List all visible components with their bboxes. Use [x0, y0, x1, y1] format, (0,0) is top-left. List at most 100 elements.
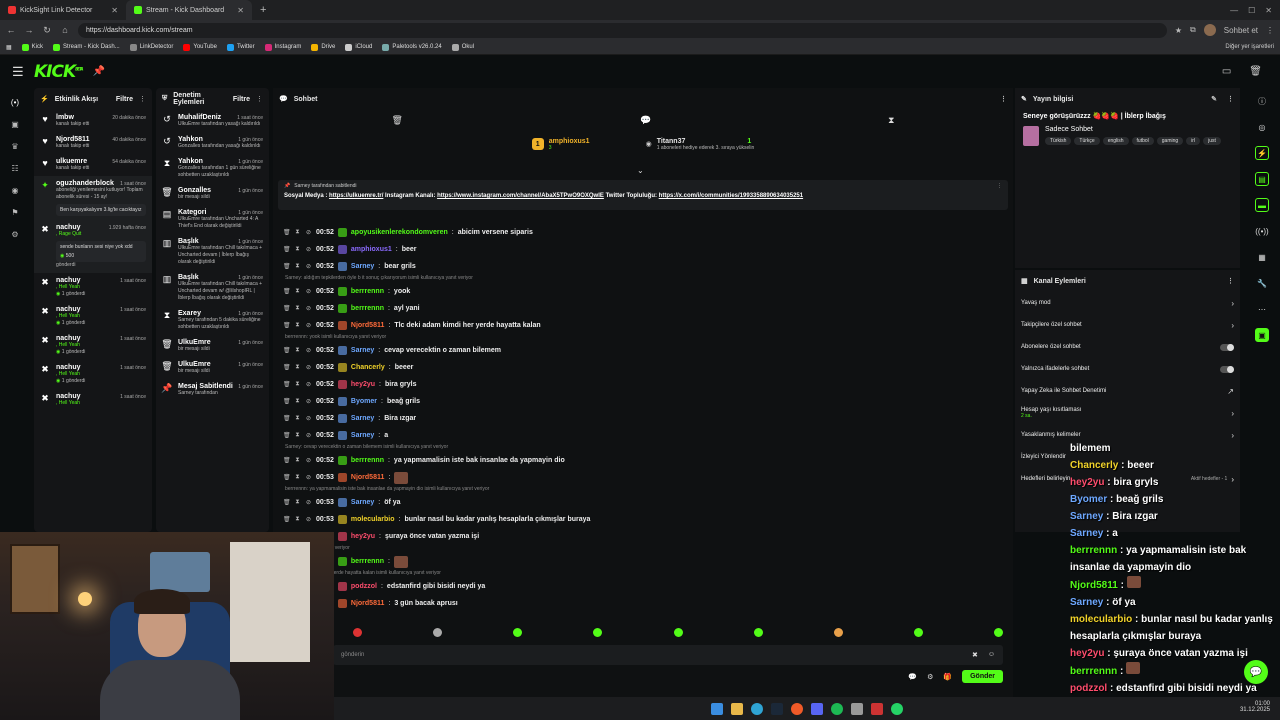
activity-item[interactable]: ✖ nachuy 1 saat önce , Hell Yeah ◉ 1 gönder… — [34, 360, 152, 389]
chat-message[interactable]: 🗑 ⧗ ⊘ 00:52 amphioxus1: beer — [283, 241, 1003, 258]
mod-action-item[interactable]: ⧗ Exarey 1 gün önce Sarney tarafından 5 dak… — [156, 306, 269, 335]
delete-message-icon[interactable]: 🗑 — [283, 457, 291, 464]
mod-action-target[interactable]: Yahkon — [178, 136, 203, 143]
chat-message[interactable]: 🗑 ⧗ ⊘ 00:52 berrrennn: ya yapmamalisin iste b… — [283, 452, 1003, 469]
ban-user-icon[interactable]: ⊘ — [305, 229, 312, 236]
mod-action-item[interactable]: ▥ Başlık 1 gün önce UlkuEmre tarafından Chi… — [156, 234, 269, 270]
message-user[interactable]: Sarney — [351, 415, 374, 422]
send-button[interactable]: Gönder — [962, 670, 1003, 683]
delete-message-icon[interactable]: 🗑 — [283, 288, 291, 295]
back-arrow-icon[interactable]: ← — [6, 25, 16, 35]
activity-item[interactable]: ♥ ulkuemre 54 dakika önce kanalı takip ett… — [34, 154, 152, 176]
ban-user-icon[interactable]: ⊘ — [305, 499, 312, 506]
timeout-user-icon[interactable]: ⧗ — [294, 432, 301, 439]
chat-bubble-fab-icon[interactable]: 💬 — [1244, 660, 1268, 684]
ban-user-icon[interactable]: ⊘ — [305, 347, 312, 354]
bookmark-item[interactable]: Drive — [311, 43, 335, 51]
more-dots-icon[interactable]: ⋮ — [1227, 95, 1234, 103]
more-dots-icon[interactable]: ⋮ — [256, 95, 263, 103]
browser-tab-kick-dashboard[interactable]: Stream - Kick Dashboard ✕ — [126, 0, 252, 20]
trash-icon[interactable]: 🗑 — [1249, 66, 1262, 77]
timeout-user-icon[interactable]: ⧗ — [294, 499, 301, 506]
bookmark-item[interactable]: Kick — [21, 43, 43, 51]
pinned-link[interactable]: https://ulkuemre.tr/ — [329, 193, 383, 199]
community-icon[interactable]: ⚑ — [8, 206, 22, 218]
home-icon[interactable]: ⌂ — [60, 25, 70, 35]
chat-message[interactable]: 🗑 ⧗ ⊘ 00:52 apoyusikenlerekondomveren: abicim… — [283, 224, 1003, 241]
emote-icon[interactable] — [994, 628, 1003, 637]
emote-icon[interactable] — [353, 628, 362, 637]
chat-message[interactable]: 🗑 ⧗ ⊘ 00:52 Sarney: a — [283, 427, 1003, 444]
chat-message[interactable]: 🗑 ⧗ ⊘ 00:53 Sarney: öf ya — [283, 494, 1003, 511]
windows-start-icon[interactable] — [711, 702, 723, 715]
ban-user-icon[interactable]: ⊘ — [305, 415, 312, 422]
broadcast-icon[interactable]: ((•)) — [1255, 224, 1269, 238]
timeout-user-icon[interactable]: ⧗ — [294, 415, 301, 422]
activity-item[interactable]: ✖ nachuy 1 saat önce , Hell Yeah ◉ 1 gönder… — [34, 302, 152, 331]
ban-user-icon[interactable]: ⊘ — [305, 305, 312, 312]
bookmark-item[interactable]: Instagram — [264, 43, 301, 51]
new-tab-plus-icon[interactable]: + — [252, 4, 274, 16]
pinned-link[interactable]: https://x.com/i/communities/199335889063… — [659, 193, 803, 199]
clock[interactable]: 01:00 31.12.2025 — [1240, 701, 1270, 713]
timeout-user-icon[interactable]: ⧗ — [294, 305, 301, 312]
tag[interactable]: irl — [1186, 137, 1201, 145]
timeout-user-icon[interactable]: ⧗ — [294, 457, 301, 464]
emoji-icon[interactable]: ☺ — [988, 651, 995, 659]
activity-item[interactable]: ✖ nachuy 1 saat önce , Hell Yeah ◉ 1 gönder… — [34, 273, 152, 302]
leaderboard-entry[interactable]: ◉ Titann37 11 aboneleri hediye ederek 3.… — [646, 138, 755, 151]
chat-message[interactable]: 🗑 ⧗ ⊘ 00:53 molecularbio: bunlar nasıl bu kad… — [283, 511, 1003, 528]
bolt-icon[interactable]: ⚡ — [1255, 146, 1269, 160]
settings-icon[interactable] — [851, 702, 863, 715]
delete-message-icon[interactable]: 🗑 — [283, 322, 291, 329]
mod-action-target[interactable]: Mesaj Sabitlendi — [178, 383, 233, 390]
ai-moderation-row[interactable]: Yapay Zeka ile Sohbet Denetimi ↗ — [1015, 380, 1240, 402]
ban-user-icon[interactable]: ⊘ — [305, 263, 312, 270]
mod-action-item[interactable]: 🗑 UlkuEmre 1 gün önce bir mesajı sildi — [156, 357, 269, 379]
message-user[interactable]: hey2yu — [351, 381, 375, 388]
trophy-icon[interactable]: ♛ — [8, 140, 22, 152]
emote-icon[interactable] — [593, 628, 603, 637]
chat-icon[interactable]: ▬ — [1255, 198, 1269, 212]
steam-icon[interactable] — [771, 702, 783, 715]
browser-tab-kicksight[interactable]: KickSight Link Detector ✕ — [0, 0, 126, 20]
minimize-icon[interactable]: — — [1230, 6, 1238, 15]
chat-icon[interactable]: 💬 — [908, 673, 917, 681]
chat-message[interactable]: 🗑 ⧗ ⊘ 00:52 berrrennn: ayl yani — [283, 300, 1003, 317]
close-icon[interactable]: ✕ — [237, 6, 244, 15]
chat-message[interactable]: 🗑 ⧗ ⊘ 00:52 Sarney: Bira ızgar — [283, 410, 1003, 427]
settings-icon[interactable]: ⚙ — [8, 228, 22, 240]
more-dots-icon[interactable]: ⋮ — [1000, 95, 1007, 103]
timeout-user-icon[interactable]: ⧗ — [294, 347, 301, 354]
file-explorer-icon[interactable] — [731, 702, 743, 715]
maximize-icon[interactable]: ☐ — [1248, 6, 1255, 15]
reload-icon[interactable]: ↻ — [42, 25, 52, 36]
delete-message-icon[interactable]: 🗑 — [283, 263, 291, 270]
timeout-user-icon[interactable]: ⧗ — [294, 474, 301, 481]
message-user[interactable]: molecularbio — [351, 516, 395, 523]
delete-message-icon[interactable]: 🗑 — [283, 474, 291, 481]
edge-icon[interactable] — [751, 702, 763, 715]
ban-user-icon[interactable]: ⊘ — [305, 457, 312, 464]
ban-user-icon[interactable]: ⊘ — [305, 474, 312, 481]
mod-action-target[interactable]: Başlık — [178, 238, 199, 245]
activity-item[interactable]: ✖ nachuy 1 saat önce , Hell Yeah ◉ 1 gönder… — [34, 331, 152, 360]
chat-message[interactable]: 🗑⧗⊘00:53berrrennn: — [283, 553, 1003, 570]
app-icon[interactable] — [871, 702, 883, 715]
timeout-user-icon[interactable]: ⧗ — [294, 246, 301, 253]
ban-user-icon[interactable]: ⊘ — [305, 364, 312, 371]
bookmark-item[interactable]: Paletools v26.0.24 — [382, 43, 442, 51]
chevron-down-icon[interactable]: ⌄ — [637, 166, 644, 175]
bookmark-item[interactable]: YouTube — [183, 43, 217, 51]
more-dots-icon[interactable]: ⋮ — [997, 183, 1002, 189]
more-dots-icon[interactable]: ⋮ — [139, 95, 146, 103]
delete-message-icon[interactable]: 🗑 — [283, 229, 291, 236]
extensions-icon[interactable]: ⧉ — [1190, 25, 1196, 35]
tag[interactable]: Türkçe — [1074, 137, 1100, 145]
bookmark-apps-icon[interactable]: ▦ — [6, 44, 12, 51]
kick-logo[interactable]: KICKBETA — [34, 62, 83, 82]
activity-item[interactable]: ✦ oguzhanderblock 1 saat önce aboneliği ye… — [34, 176, 152, 220]
activity-user[interactable]: nachuy — [56, 335, 81, 342]
ban-user-icon[interactable]: ⊘ — [305, 246, 312, 253]
card-icon[interactable]: ▤ — [1255, 172, 1269, 186]
